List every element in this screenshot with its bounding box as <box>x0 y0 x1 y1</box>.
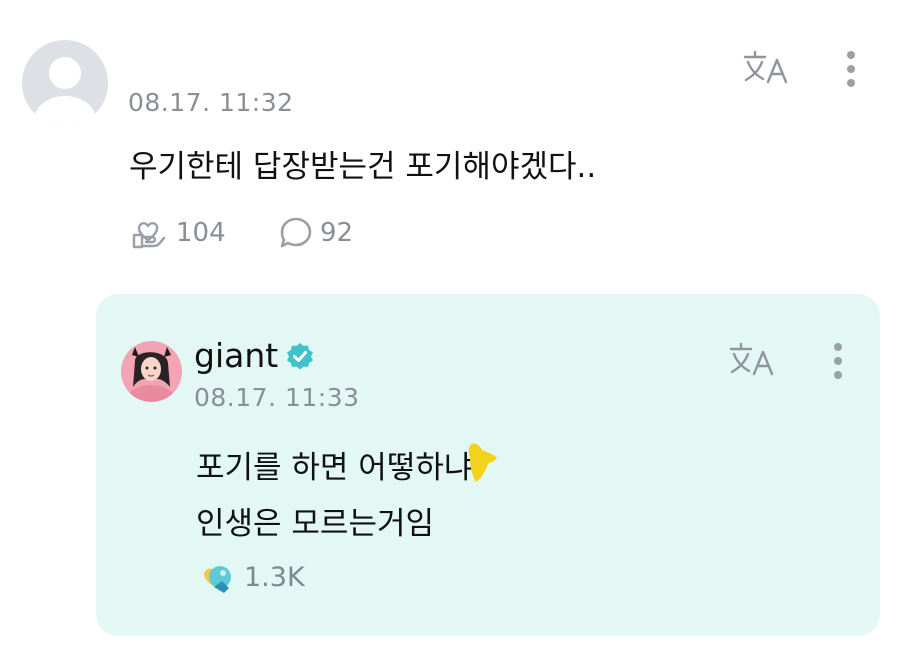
translate-icon[interactable] <box>728 340 776 378</box>
commenter-avatar[interactable] <box>22 40 108 126</box>
artist-reply-line-2: 인생은 모르는거임 <box>196 506 435 542</box>
comment-like-button[interactable]: 104 <box>130 215 226 251</box>
artist-reply-line-1: 포기를 하면 어떻하냐 <box>196 450 473 486</box>
comment-text: 우기한테 답장받는건 포기해야겠다.. <box>129 149 597 185</box>
artist-avatar[interactable] <box>121 341 182 402</box>
heart-hand-icon <box>132 221 166 249</box>
artist-reply-text: 포기를 하면 어떻하냐 인생은 모르는거임 <box>196 440 472 552</box>
comment-reply-button[interactable]: 92 <box>278 215 353 251</box>
avatar-body-shape <box>34 96 96 126</box>
translate-icon[interactable] <box>742 48 790 86</box>
verified-badge-icon <box>287 342 314 369</box>
artist-reply-like-button[interactable]: 1.3K <box>198 557 305 597</box>
comment-reply-count: 92 <box>320 218 354 248</box>
artist-reply-timestamp: 08.17. 11:33 <box>194 383 360 412</box>
artist-name[interactable]: giant <box>194 336 278 375</box>
artist-avatar-image <box>121 341 182 402</box>
yellow-highlight-mark <box>468 443 497 482</box>
more-vertical-icon[interactable] <box>832 341 844 381</box>
heart-hand-icon <box>204 566 231 593</box>
comment-bubble-icon <box>280 217 312 248</box>
avatar-head-shape <box>49 57 81 89</box>
comment-like-count: 104 <box>176 218 226 248</box>
artist-name-row: giant <box>194 336 314 375</box>
comment-timestamp: 08.17. 11:32 <box>128 88 294 117</box>
artist-reply-like-count: 1.3K <box>244 561 305 593</box>
more-vertical-icon[interactable] <box>845 49 857 89</box>
